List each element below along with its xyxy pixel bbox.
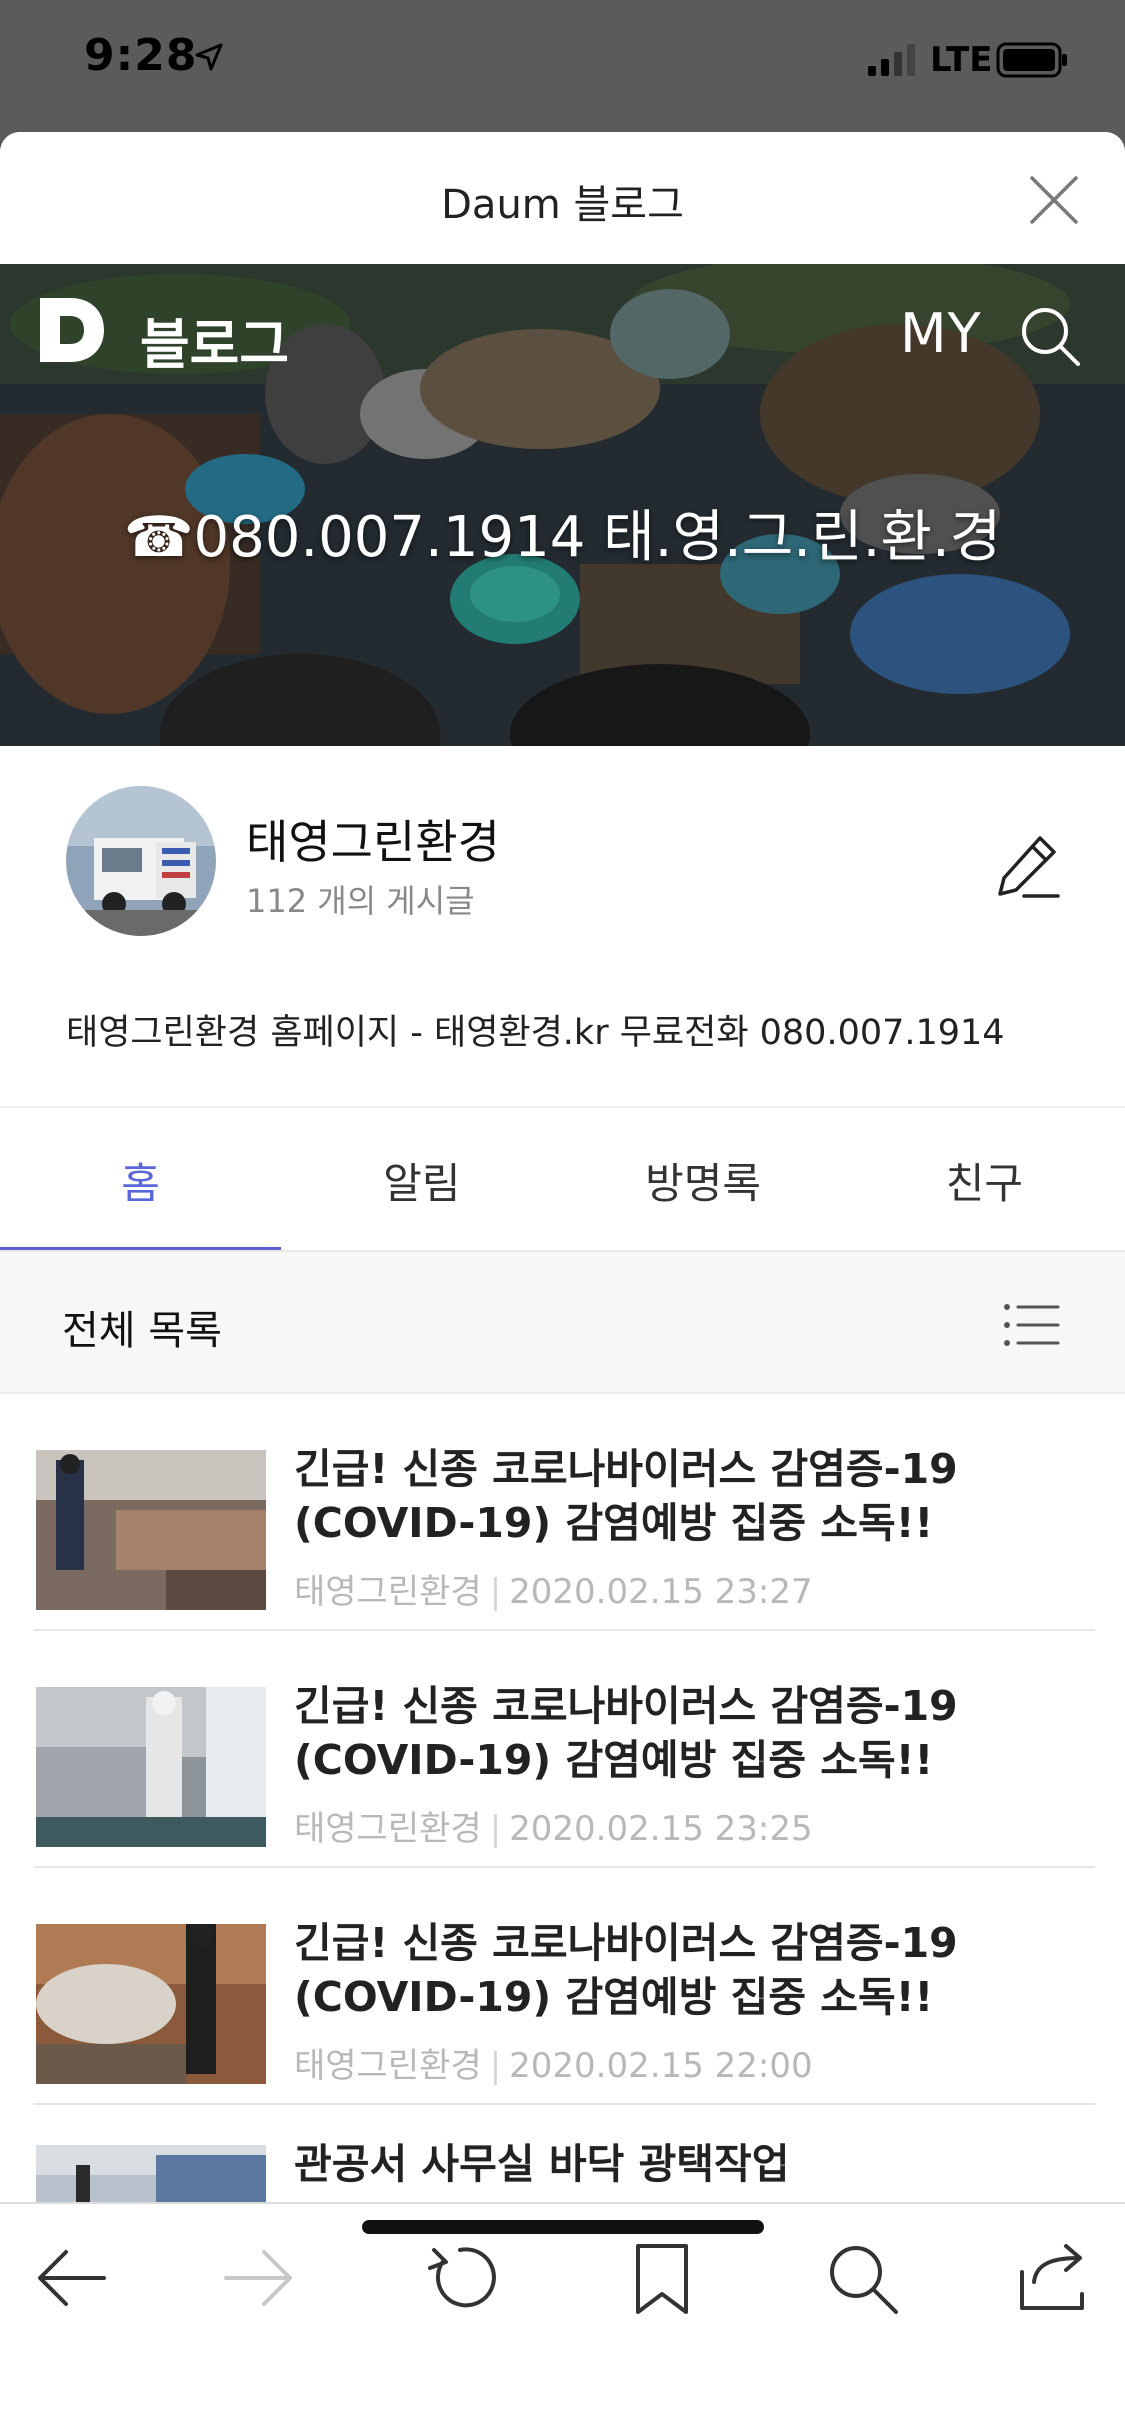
- post-title[interactable]: 관공서 사무실 바닥 광택작업: [294, 2137, 1124, 2191]
- home-indicator[interactable]: [362, 2220, 764, 2234]
- status-bar: 9:28 LTE: [0, 0, 1125, 132]
- meta-separator: |: [489, 1809, 502, 1849]
- browser-sheet: Daum 블로그 블로그 MY ☎080.007.1914 태.영.그.린.환.…: [0, 132, 1125, 2436]
- sheet-header: Daum 블로그: [0, 132, 1125, 264]
- search-icon[interactable]: [1018, 304, 1082, 368]
- post-thumbnail[interactable]: [36, 1924, 266, 2084]
- post-list: 긴급! 신종 코로나바이러스 감염증-19 (COVID-19) 감염예방 집중…: [0, 1394, 1125, 2342]
- blog-banner: 블로그 MY ☎080.007.1914 태.영.그.린.환.경: [0, 264, 1125, 746]
- post-author: 태영그린환경: [294, 2046, 482, 2086]
- list-view-icon[interactable]: [1004, 1302, 1060, 1348]
- list-item[interactable]: 긴급! 신종 코로나바이러스 감염증-19 (COVID-19) 감염예방 집중…: [34, 1631, 1095, 1868]
- sheet-title: Daum 블로그: [441, 182, 684, 228]
- post-count: 112 개의 게시글: [246, 882, 475, 920]
- my-button[interactable]: MY: [900, 302, 982, 365]
- cellular-signal-icon: [868, 44, 915, 76]
- blog-name[interactable]: 태영그린환경: [246, 806, 500, 872]
- post-thumbnail[interactable]: [36, 1450, 266, 1610]
- blog-description: 태영그린환경 홈페이지 - 태영환경.kr 무료전화 080.007.1914: [66, 1013, 1005, 1053]
- post-meta: 태영그린환경 | 2020.02.15 23:27: [294, 1564, 813, 1613]
- battery-icon: [996, 42, 1067, 78]
- blog-label[interactable]: 블로그: [140, 300, 289, 379]
- blog-tabs: 홈 알림 방명록 친구: [0, 1106, 1125, 1252]
- close-icon[interactable]: [1028, 174, 1080, 226]
- post-title[interactable]: 긴급! 신종 코로나바이러스 감염증-19 (COVID-19) 감염예방 집중…: [294, 1679, 1124, 1787]
- reload-icon[interactable]: [420, 2238, 500, 2318]
- post-thumbnail[interactable]: [36, 1687, 266, 1847]
- back-arrow-icon[interactable]: [32, 2238, 112, 2318]
- post-date: 2020.02.15 23:27: [509, 1572, 813, 1612]
- forward-arrow-icon[interactable]: [218, 2238, 298, 2318]
- tab-home[interactable]: 홈: [0, 1108, 282, 1252]
- post-author: 태영그린환경: [294, 1809, 482, 1849]
- tab-notifications[interactable]: 알림: [281, 1108, 562, 1252]
- tab-friends[interactable]: 친구: [844, 1108, 1125, 1252]
- list-item[interactable]: 긴급! 신종 코로나바이러스 감염증-19 (COVID-19) 감염예방 집중…: [34, 1868, 1095, 2105]
- list-item[interactable]: 긴급! 신종 코로나바이러스 감염증-19 (COVID-19) 감염예방 집중…: [34, 1394, 1095, 1631]
- tab-guestbook[interactable]: 방명록: [563, 1108, 844, 1252]
- post-author: 태영그린환경: [294, 1572, 482, 1612]
- post-title[interactable]: 긴급! 신종 코로나바이러스 감염증-19 (COVID-19) 감염예방 집중…: [294, 1442, 1124, 1550]
- banner-phone-text: ☎080.007.1914 태.영.그.린.환.경: [123, 505, 1002, 570]
- post-meta: 태영그린환경 | 2020.02.15 23:25: [294, 1801, 813, 1850]
- post-date: 2020.02.15 23:25: [509, 1809, 813, 1849]
- post-title[interactable]: 긴급! 신종 코로나바이러스 감염증-19 (COVID-19) 감염예방 집중…: [294, 1916, 1124, 2024]
- bookmark-icon[interactable]: [622, 2238, 702, 2318]
- post-date: 2020.02.15 22:00: [509, 2046, 813, 2086]
- list-header: 전체 목록: [0, 1252, 1125, 1394]
- daum-d-logo[interactable]: [36, 294, 108, 366]
- blog-profile: 태영그린환경 112 개의 게시글 태영그린환경 홈페이지 - 태영환경.kr …: [0, 746, 1125, 1106]
- share-icon[interactable]: [1012, 2238, 1092, 2318]
- meta-separator: |: [489, 2046, 502, 2086]
- browser-toolbar: [0, 2202, 1125, 2436]
- edit-pencil-icon[interactable]: [996, 832, 1060, 900]
- meta-separator: |: [489, 1572, 502, 1612]
- post-meta: 태영그린환경 | 2020.02.15 22:00: [294, 2038, 813, 2087]
- status-time: 9:28: [84, 30, 198, 81]
- network-type: LTE: [930, 40, 993, 80]
- search-icon[interactable]: [822, 2238, 902, 2318]
- avatar[interactable]: [66, 786, 216, 936]
- list-header-title: 전체 목록: [62, 1308, 222, 1354]
- location-arrow-icon: [195, 43, 223, 71]
